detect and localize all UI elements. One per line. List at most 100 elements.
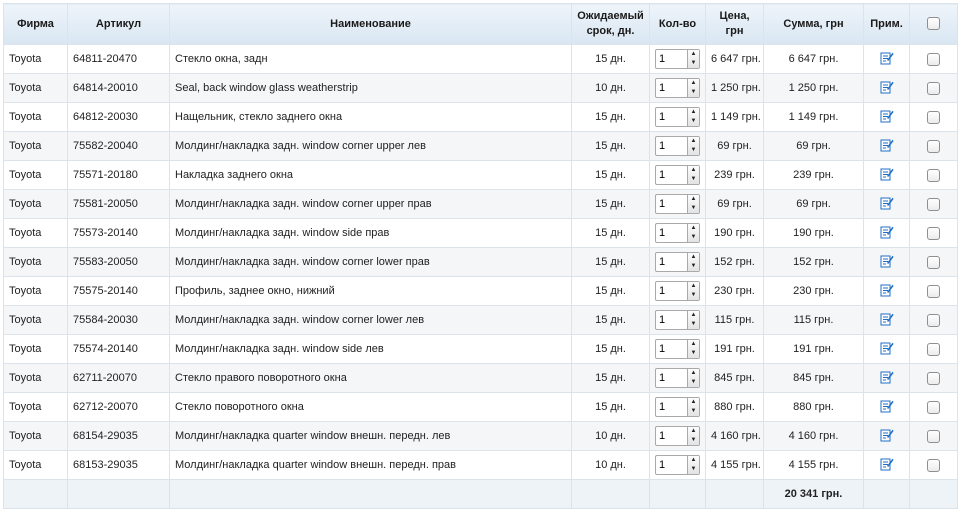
- row-checkbox[interactable]: [927, 400, 940, 414]
- stepper-arrows[interactable]: ▲ ▼: [687, 311, 699, 329]
- edit-note-icon[interactable]: [880, 457, 894, 474]
- col-qty-header[interactable]: Кол-во: [649, 3, 706, 45]
- quantity-input[interactable]: [656, 108, 687, 126]
- edit-note-icon[interactable]: [880, 341, 894, 358]
- decrement-icon[interactable]: ▼: [688, 378, 699, 387]
- quantity-input[interactable]: [656, 398, 687, 416]
- row-checkbox[interactable]: [927, 81, 940, 95]
- decrement-icon[interactable]: ▼: [688, 175, 699, 184]
- row-checkbox[interactable]: [927, 168, 940, 182]
- stepper-arrows[interactable]: ▲ ▼: [687, 253, 699, 271]
- quantity-stepper[interactable]: ▲▼: [655, 107, 700, 127]
- row-checkbox[interactable]: [927, 255, 940, 269]
- row-checkbox[interactable]: [927, 110, 940, 124]
- stepper-arrows[interactable]: ▲ ▼: [687, 427, 699, 445]
- row-checkbox[interactable]: [927, 284, 940, 298]
- decrement-icon[interactable]: ▼: [688, 233, 699, 242]
- increment-icon[interactable]: ▲: [688, 427, 699, 436]
- stepper-arrows[interactable]: ▲ ▼: [687, 398, 699, 416]
- row-checkbox[interactable]: [927, 197, 940, 211]
- increment-icon[interactable]: ▲: [688, 166, 699, 175]
- edit-note-icon[interactable]: [880, 196, 894, 213]
- quantity-input[interactable]: [656, 137, 687, 155]
- quantity-stepper[interactable]: ▲▼: [655, 426, 700, 446]
- row-checkbox[interactable]: [927, 371, 940, 385]
- edit-note-icon[interactable]: [880, 283, 894, 300]
- decrement-icon[interactable]: ▼: [688, 204, 699, 213]
- quantity-stepper[interactable]: ▲▼: [655, 368, 700, 388]
- quantity-input[interactable]: [656, 311, 687, 329]
- quantity-input[interactable]: [656, 79, 687, 97]
- decrement-icon[interactable]: ▼: [688, 349, 699, 358]
- row-checkbox[interactable]: [927, 313, 940, 327]
- stepper-arrows[interactable]: ▲ ▼: [687, 137, 699, 155]
- decrement-icon[interactable]: ▼: [688, 88, 699, 97]
- decrement-icon[interactable]: ▼: [688, 407, 699, 416]
- edit-note-icon[interactable]: [880, 225, 894, 242]
- quantity-stepper[interactable]: ▲▼: [655, 194, 700, 214]
- quantity-stepper[interactable]: ▲▼: [655, 49, 700, 69]
- quantity-input[interactable]: [656, 369, 687, 387]
- increment-icon[interactable]: ▲: [688, 50, 699, 59]
- stepper-arrows[interactable]: ▲ ▼: [687, 282, 699, 300]
- col-article-header[interactable]: Артикул: [67, 3, 170, 45]
- decrement-icon[interactable]: ▼: [688, 117, 699, 126]
- edit-note-icon[interactable]: [880, 109, 894, 126]
- col-name-header[interactable]: Наименование: [169, 3, 572, 45]
- quantity-input[interactable]: [656, 340, 687, 358]
- edit-note-icon[interactable]: [880, 312, 894, 329]
- increment-icon[interactable]: ▲: [688, 340, 699, 349]
- increment-icon[interactable]: ▲: [688, 456, 699, 465]
- increment-icon[interactable]: ▲: [688, 224, 699, 233]
- decrement-icon[interactable]: ▼: [688, 59, 699, 68]
- decrement-icon[interactable]: ▼: [688, 262, 699, 271]
- increment-icon[interactable]: ▲: [688, 369, 699, 378]
- quantity-stepper[interactable]: ▲▼: [655, 455, 700, 475]
- decrement-icon[interactable]: ▼: [688, 320, 699, 329]
- quantity-input[interactable]: [656, 195, 687, 213]
- decrement-icon[interactable]: ▼: [688, 291, 699, 300]
- stepper-arrows[interactable]: ▲ ▼: [687, 456, 699, 474]
- decrement-icon[interactable]: ▼: [688, 146, 699, 155]
- row-checkbox[interactable]: [927, 226, 940, 240]
- col-term-header[interactable]: Ожидаемый срок, дн.: [571, 3, 650, 45]
- increment-icon[interactable]: ▲: [688, 137, 699, 146]
- stepper-arrows[interactable]: ▲ ▼: [687, 79, 699, 97]
- quantity-stepper[interactable]: ▲▼: [655, 78, 700, 98]
- increment-icon[interactable]: ▲: [688, 282, 699, 291]
- increment-icon[interactable]: ▲: [688, 253, 699, 262]
- quantity-input[interactable]: [656, 50, 687, 68]
- edit-note-icon[interactable]: [880, 80, 894, 97]
- quantity-stepper[interactable]: ▲▼: [655, 339, 700, 359]
- quantity-input[interactable]: [656, 427, 687, 445]
- edit-note-icon[interactable]: [880, 138, 894, 155]
- quantity-stepper[interactable]: ▲▼: [655, 223, 700, 243]
- select-all-checkbox[interactable]: [927, 17, 940, 31]
- stepper-arrows[interactable]: ▲ ▼: [687, 195, 699, 213]
- quantity-input[interactable]: [656, 253, 687, 271]
- col-firm-header[interactable]: Фирма: [3, 3, 68, 45]
- row-checkbox[interactable]: [927, 52, 940, 66]
- increment-icon[interactable]: ▲: [688, 79, 699, 88]
- row-checkbox[interactable]: [927, 342, 940, 356]
- decrement-icon[interactable]: ▼: [688, 436, 699, 445]
- col-price-header[interactable]: Цена, грн: [705, 3, 764, 45]
- edit-note-icon[interactable]: [880, 428, 894, 445]
- quantity-input[interactable]: [656, 282, 687, 300]
- quantity-stepper[interactable]: ▲▼: [655, 397, 700, 417]
- edit-note-icon[interactable]: [880, 51, 894, 68]
- increment-icon[interactable]: ▲: [688, 398, 699, 407]
- row-checkbox[interactable]: [927, 429, 940, 443]
- increment-icon[interactable]: ▲: [688, 108, 699, 117]
- stepper-arrows[interactable]: ▲ ▼: [687, 50, 699, 68]
- stepper-arrows[interactable]: ▲ ▼: [687, 108, 699, 126]
- decrement-icon[interactable]: ▼: [688, 465, 699, 474]
- quantity-stepper[interactable]: ▲▼: [655, 281, 700, 301]
- quantity-input[interactable]: [656, 166, 687, 184]
- stepper-arrows[interactable]: ▲ ▼: [687, 224, 699, 242]
- stepper-arrows[interactable]: ▲ ▼: [687, 340, 699, 358]
- stepper-arrows[interactable]: ▲ ▼: [687, 166, 699, 184]
- quantity-stepper[interactable]: ▲▼: [655, 252, 700, 272]
- increment-icon[interactable]: ▲: [688, 311, 699, 320]
- edit-note-icon[interactable]: [880, 254, 894, 271]
